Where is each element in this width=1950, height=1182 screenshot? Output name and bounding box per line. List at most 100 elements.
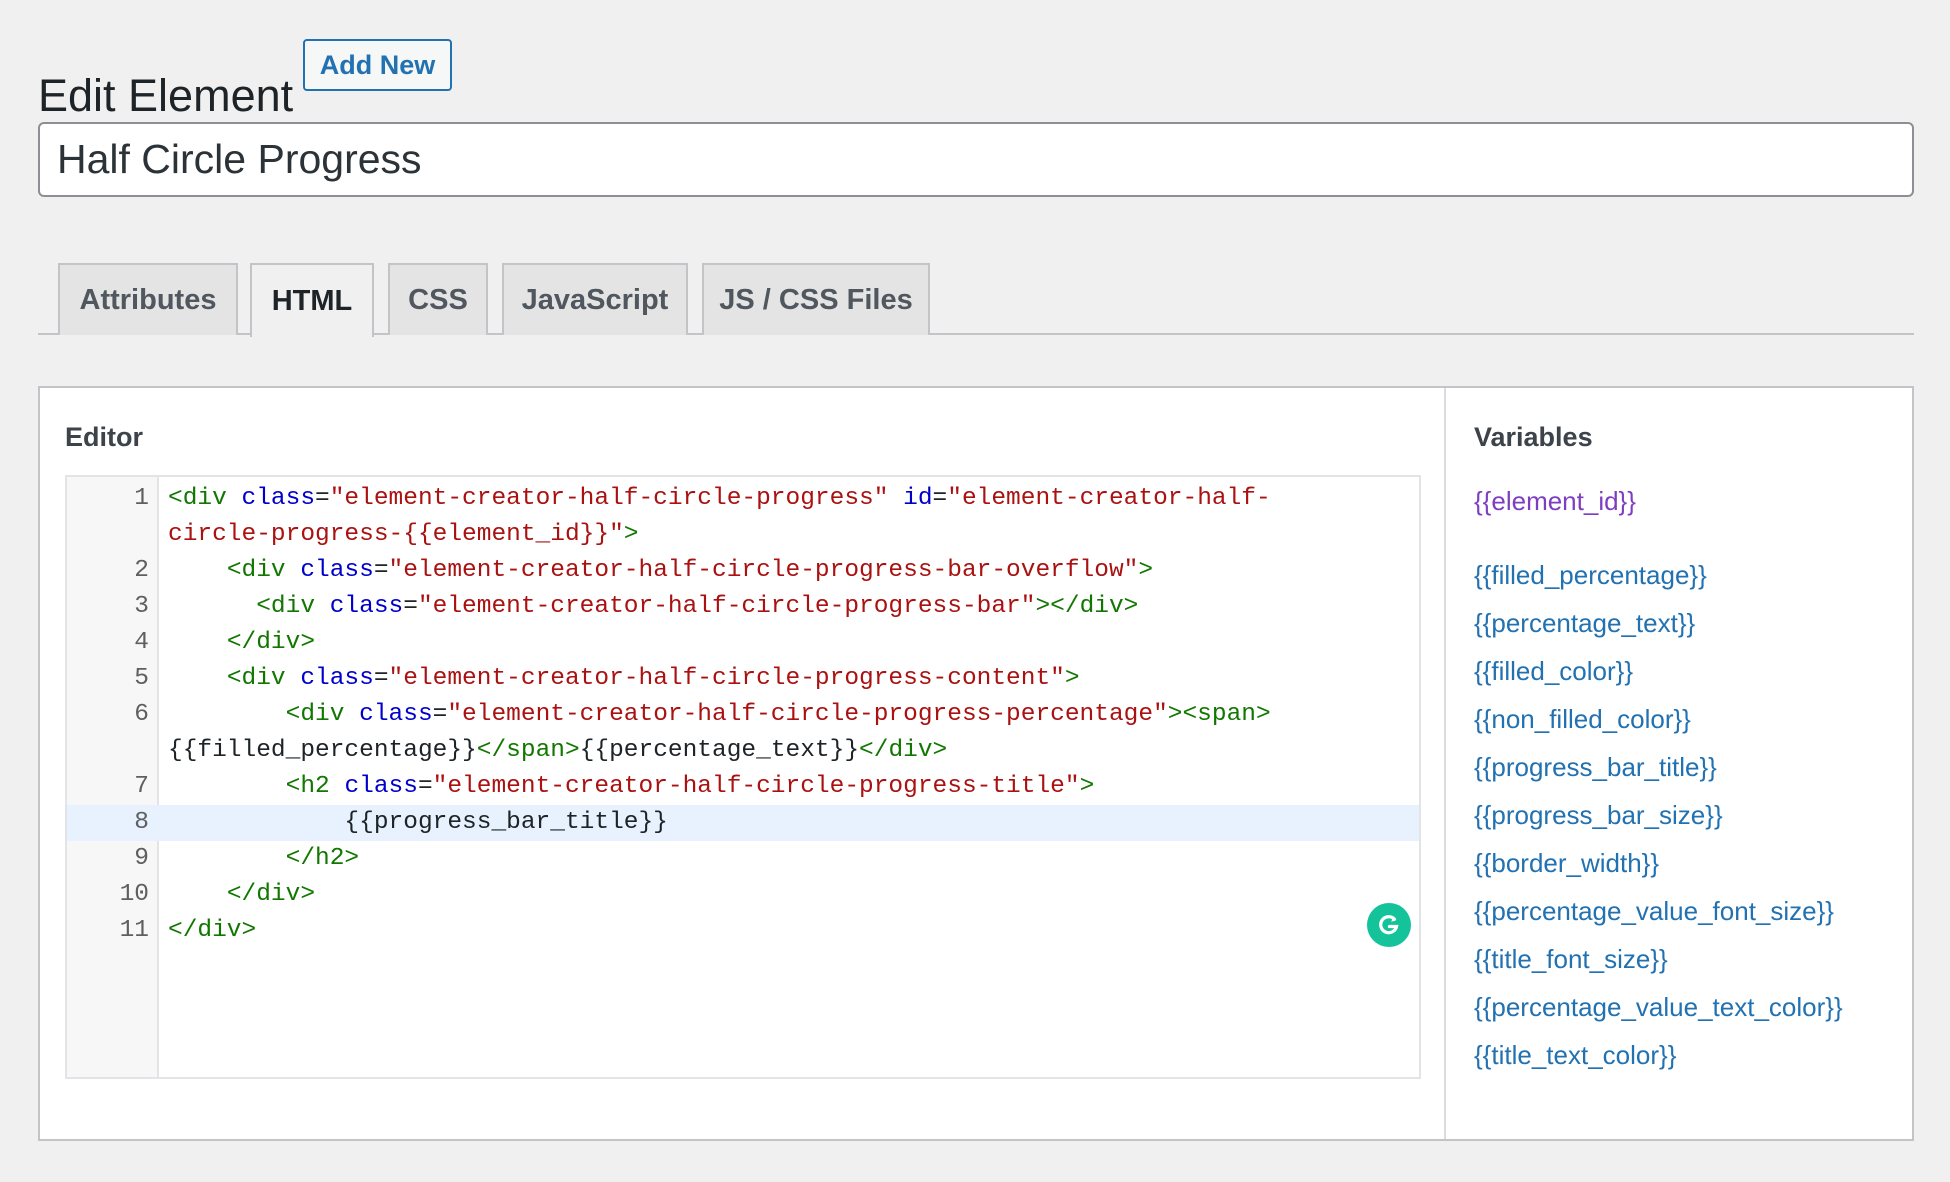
code-token: <div bbox=[256, 593, 316, 620]
code-token: class bbox=[344, 773, 418, 800]
code-token: {{progress_bar_title}} bbox=[168, 809, 668, 836]
code-token: = bbox=[432, 701, 448, 728]
code-line-wrap[interactable]: {{filled_percentage}}</span>{{percentage… bbox=[67, 733, 1419, 769]
line-number: 3 bbox=[134, 593, 149, 620]
code-token: {{filled_percentage}} bbox=[168, 737, 477, 764]
code-token: = bbox=[373, 557, 389, 584]
tab-js-css-files[interactable]: JS / CSS Files bbox=[702, 263, 930, 335]
code-token: > bbox=[1079, 773, 1095, 800]
code-text: <div class="element-creator-half-circle-… bbox=[168, 697, 1271, 733]
code-token: </h2> bbox=[285, 845, 360, 872]
code-token: = bbox=[403, 593, 418, 620]
code-token: <div bbox=[226, 557, 286, 584]
editor-tabs: Attributes HTML CSS JavaScript JS / CSS … bbox=[38, 263, 1914, 337]
tab-javascript[interactable]: JavaScript bbox=[502, 263, 688, 335]
line-number: 11 bbox=[119, 917, 149, 944]
variable-link[interactable]: {{border_width}} bbox=[1474, 848, 1659, 879]
add-new-button[interactable]: Add New bbox=[303, 39, 452, 91]
code-token: "element-creator-half-circle-progress-ti… bbox=[432, 773, 1080, 800]
code-line[interactable]: 4 </div> bbox=[67, 625, 1419, 661]
code-token: id bbox=[903, 485, 933, 512]
line-number: 10 bbox=[119, 881, 149, 908]
line-number: 6 bbox=[134, 701, 149, 728]
code-text: </div> bbox=[168, 913, 256, 949]
code-token: ></div> bbox=[1035, 593, 1139, 620]
code-token: class bbox=[300, 557, 374, 584]
code-token: <div bbox=[226, 665, 286, 692]
code-line[interactable]: 8 {{progress_bar_title}} bbox=[67, 805, 1419, 841]
code-token: > bbox=[1138, 557, 1154, 584]
code-token: circle-progress-{{element_id}}" bbox=[168, 521, 624, 548]
grammarly-g-icon[interactable] bbox=[1367, 903, 1411, 947]
line-number: 1 bbox=[134, 485, 149, 512]
code-line[interactable]: 6 <div class="element-creator-half-circl… bbox=[67, 697, 1419, 733]
code-token: "element-creator-half-circle-progress-ba… bbox=[417, 593, 1036, 620]
code-text: </div> bbox=[168, 625, 315, 661]
editor-column: Editor 1 <div class="element-creator-half… bbox=[40, 388, 1446, 1139]
editor-heading: Editor bbox=[65, 422, 143, 452]
line-number: 8 bbox=[134, 809, 149, 836]
code-line[interactable]: 10 </div> bbox=[67, 877, 1419, 913]
variable-link[interactable]: {{non_filled_color}} bbox=[1474, 704, 1691, 735]
code-text: {{filled_percentage}}</span>{{percentage… bbox=[168, 733, 947, 769]
editor-panel: Editor 1 <div class="element-creator-half… bbox=[38, 386, 1914, 1141]
code-token: <div bbox=[285, 701, 345, 728]
code-token: ><span> bbox=[1167, 701, 1271, 728]
code-text: <div class="element-creator-half-circle-… bbox=[168, 481, 1271, 517]
code-token: </div> bbox=[168, 917, 257, 944]
variable-link[interactable]: {{element_id}} bbox=[1474, 486, 1636, 517]
code-token: > bbox=[1064, 665, 1080, 692]
element-title-input[interactable] bbox=[38, 122, 1914, 197]
code-line[interactable]: 7 <h2 class="element-creator-half-circle… bbox=[67, 769, 1419, 805]
code-token: </div> bbox=[226, 881, 316, 908]
code-token: class bbox=[359, 701, 433, 728]
code-text: <h2 class="element-creator-half-circle-p… bbox=[168, 769, 1095, 805]
code-line[interactable]: 11 </div> bbox=[67, 913, 1419, 949]
code-text: <div class="element-creator-half-circle-… bbox=[168, 661, 1080, 697]
code-token: > bbox=[623, 521, 639, 548]
code-editor[interactable]: 1 <div class="element-creator-half-circle… bbox=[65, 475, 1421, 1079]
tab-html[interactable]: HTML bbox=[250, 263, 374, 337]
code-line[interactable]: 3 <div class="element-creator-half-circl… bbox=[67, 589, 1419, 625]
code-token: class bbox=[329, 593, 404, 620]
code-line-wrap[interactable]: circle-progress-{{element_id}}"> bbox=[67, 517, 1419, 553]
code-token: = bbox=[417, 773, 433, 800]
code-text: <div class="element-creator-half-circle-… bbox=[168, 589, 1138, 625]
tab-attributes[interactable]: Attributes bbox=[58, 263, 238, 335]
variable-link[interactable]: {{title_text_color}} bbox=[1474, 1040, 1676, 1071]
code-token: "element-creator-half-circle-progress" bbox=[329, 485, 889, 512]
code-line[interactable]: 1 <div class="element-creator-half-circle… bbox=[67, 481, 1419, 517]
variable-link[interactable]: {{percentage_value_text_color}} bbox=[1474, 992, 1843, 1023]
code-token: </div> bbox=[226, 629, 316, 656]
code-token: class bbox=[300, 665, 374, 692]
variable-link[interactable]: {{percentage_value_font_size}} bbox=[1474, 896, 1834, 927]
variable-link[interactable]: {{filled_percentage}} bbox=[1474, 560, 1707, 591]
code-text: </div> bbox=[168, 877, 315, 913]
variable-link[interactable]: {{title_font_size}} bbox=[1474, 944, 1668, 975]
variable-link[interactable]: {{filled_color}} bbox=[1474, 656, 1633, 687]
code-token: "element-creator-half-circle-progress-pe… bbox=[447, 701, 1168, 728]
code-token: </span> bbox=[476, 737, 580, 764]
code-line[interactable]: 5 <div class="element-creator-half-circl… bbox=[67, 661, 1419, 697]
code-line[interactable]: 9 </h2> bbox=[67, 841, 1419, 877]
variable-link[interactable]: {{progress_bar_title}} bbox=[1474, 752, 1717, 783]
line-number: 9 bbox=[134, 845, 149, 872]
tab-css[interactable]: CSS bbox=[388, 263, 488, 335]
variable-link[interactable]: {{progress_bar_size}} bbox=[1474, 800, 1723, 831]
variable-link[interactable]: {{percentage_text}} bbox=[1474, 608, 1695, 639]
code-token: {{percentage_text}} bbox=[579, 737, 860, 764]
code-line[interactable]: 2 <div class="element-creator-half-circl… bbox=[67, 553, 1419, 589]
line-number: 5 bbox=[134, 665, 149, 692]
code-token: "element-creator-half- bbox=[947, 485, 1271, 512]
variables-heading: Variables bbox=[1474, 422, 1593, 452]
code-text: {{progress_bar_title}} bbox=[168, 805, 668, 841]
